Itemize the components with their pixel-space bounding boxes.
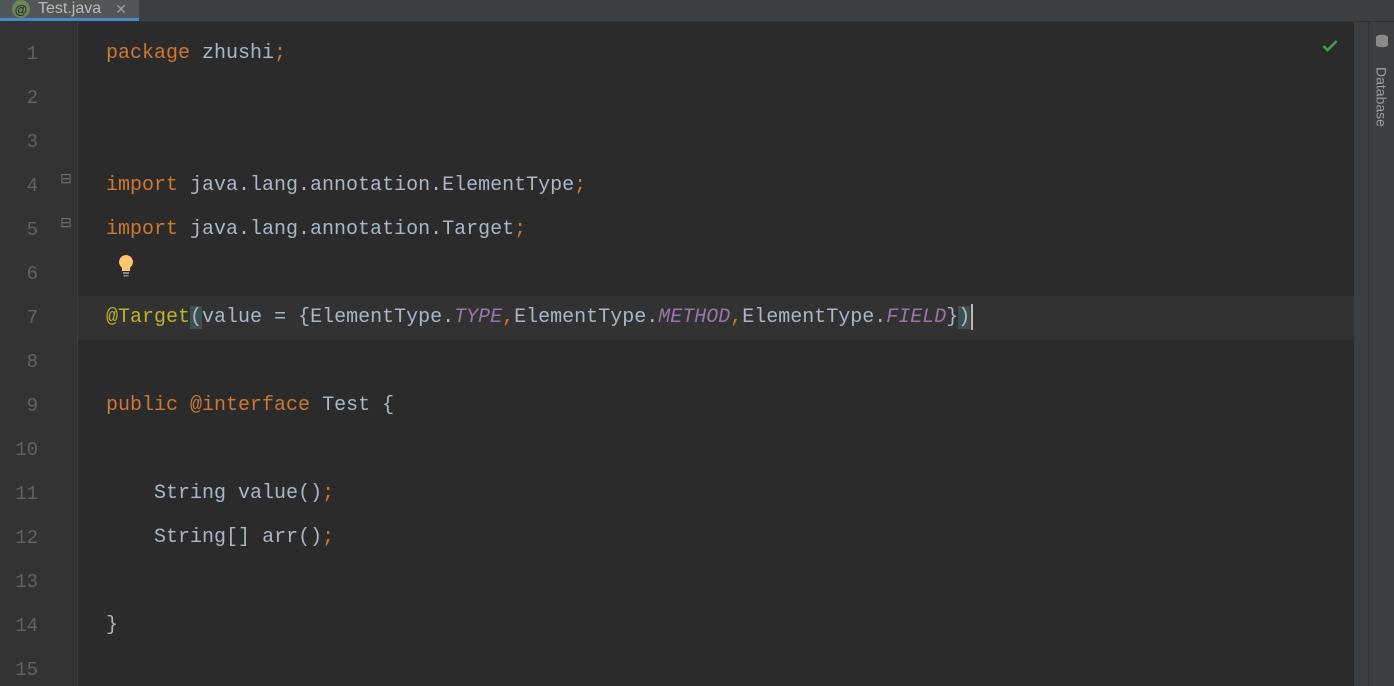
tab-bar: @ Test.java ✕: [0, 0, 1394, 22]
line-number: 2: [0, 76, 56, 120]
code-line-11[interactable]: String value();: [78, 472, 1354, 516]
code-line-9[interactable]: public @interface Test {: [78, 384, 1354, 428]
analysis-ok-checkmark-icon[interactable]: [1320, 36, 1340, 63]
code-line-3[interactable]: [78, 120, 1354, 164]
database-icon[interactable]: [1374, 34, 1390, 57]
database-tool-label[interactable]: Database: [1374, 67, 1390, 127]
right-toolwindow-bar: Database: [1368, 22, 1394, 686]
editor-tab-test-java[interactable]: @ Test.java ✕: [0, 0, 139, 21]
code-line-4[interactable]: import java.lang.annotation.ElementType;: [78, 164, 1354, 208]
fold-toggle-icon[interactable]: ⊟: [58, 172, 74, 188]
line-number: 11: [0, 472, 56, 516]
code-line-12[interactable]: String[] arr();: [78, 516, 1354, 560]
error-stripe[interactable]: [1354, 22, 1368, 686]
line-number: 8: [0, 340, 56, 384]
line-number: 14: [0, 604, 56, 648]
line-number: 5: [0, 208, 56, 252]
annotation-file-icon: @: [12, 0, 30, 18]
line-number: 12: [0, 516, 56, 560]
intention-bulb-icon[interactable]: [116, 254, 136, 274]
code-line-7[interactable]: @Target(value = {ElementType.TYPE,Elemen…: [78, 296, 1354, 340]
close-tab-icon[interactable]: ✕: [115, 1, 127, 18]
line-number: 6: [0, 252, 56, 296]
code-editor[interactable]: package zhushi; import java.lang.annotat…: [78, 22, 1354, 686]
tab-filename: Test.java: [38, 0, 101, 18]
line-number: 4: [0, 164, 56, 208]
text-caret: [971, 304, 973, 330]
code-line-1[interactable]: package zhushi;: [78, 32, 1354, 76]
line-number: 15: [0, 648, 56, 686]
code-line-10[interactable]: [78, 428, 1354, 472]
fold-end-icon[interactable]: ⊟: [58, 216, 74, 232]
line-number: 9: [0, 384, 56, 428]
code-line-15[interactable]: [78, 648, 1354, 686]
code-line-14[interactable]: }: [78, 604, 1354, 648]
line-number: 1: [0, 32, 56, 76]
code-line-5[interactable]: import java.lang.annotation.Target;: [78, 208, 1354, 252]
line-number: 3: [0, 120, 56, 164]
code-line-8[interactable]: [78, 340, 1354, 384]
line-number: 7: [0, 296, 56, 340]
code-line-6[interactable]: [78, 252, 1354, 296]
code-line-13[interactable]: [78, 560, 1354, 604]
fold-gutter: ⊟ ⊟: [56, 22, 78, 686]
editor-main: 1 2 3 4 5 6 7 8 9 10 11 12 13 14 15 ⊟ ⊟ …: [0, 22, 1394, 686]
line-number-gutter[interactable]: 1 2 3 4 5 6 7 8 9 10 11 12 13 14 15: [0, 22, 56, 686]
code-line-2[interactable]: [78, 76, 1354, 120]
line-number: 10: [0, 428, 56, 472]
line-number: 13: [0, 560, 56, 604]
